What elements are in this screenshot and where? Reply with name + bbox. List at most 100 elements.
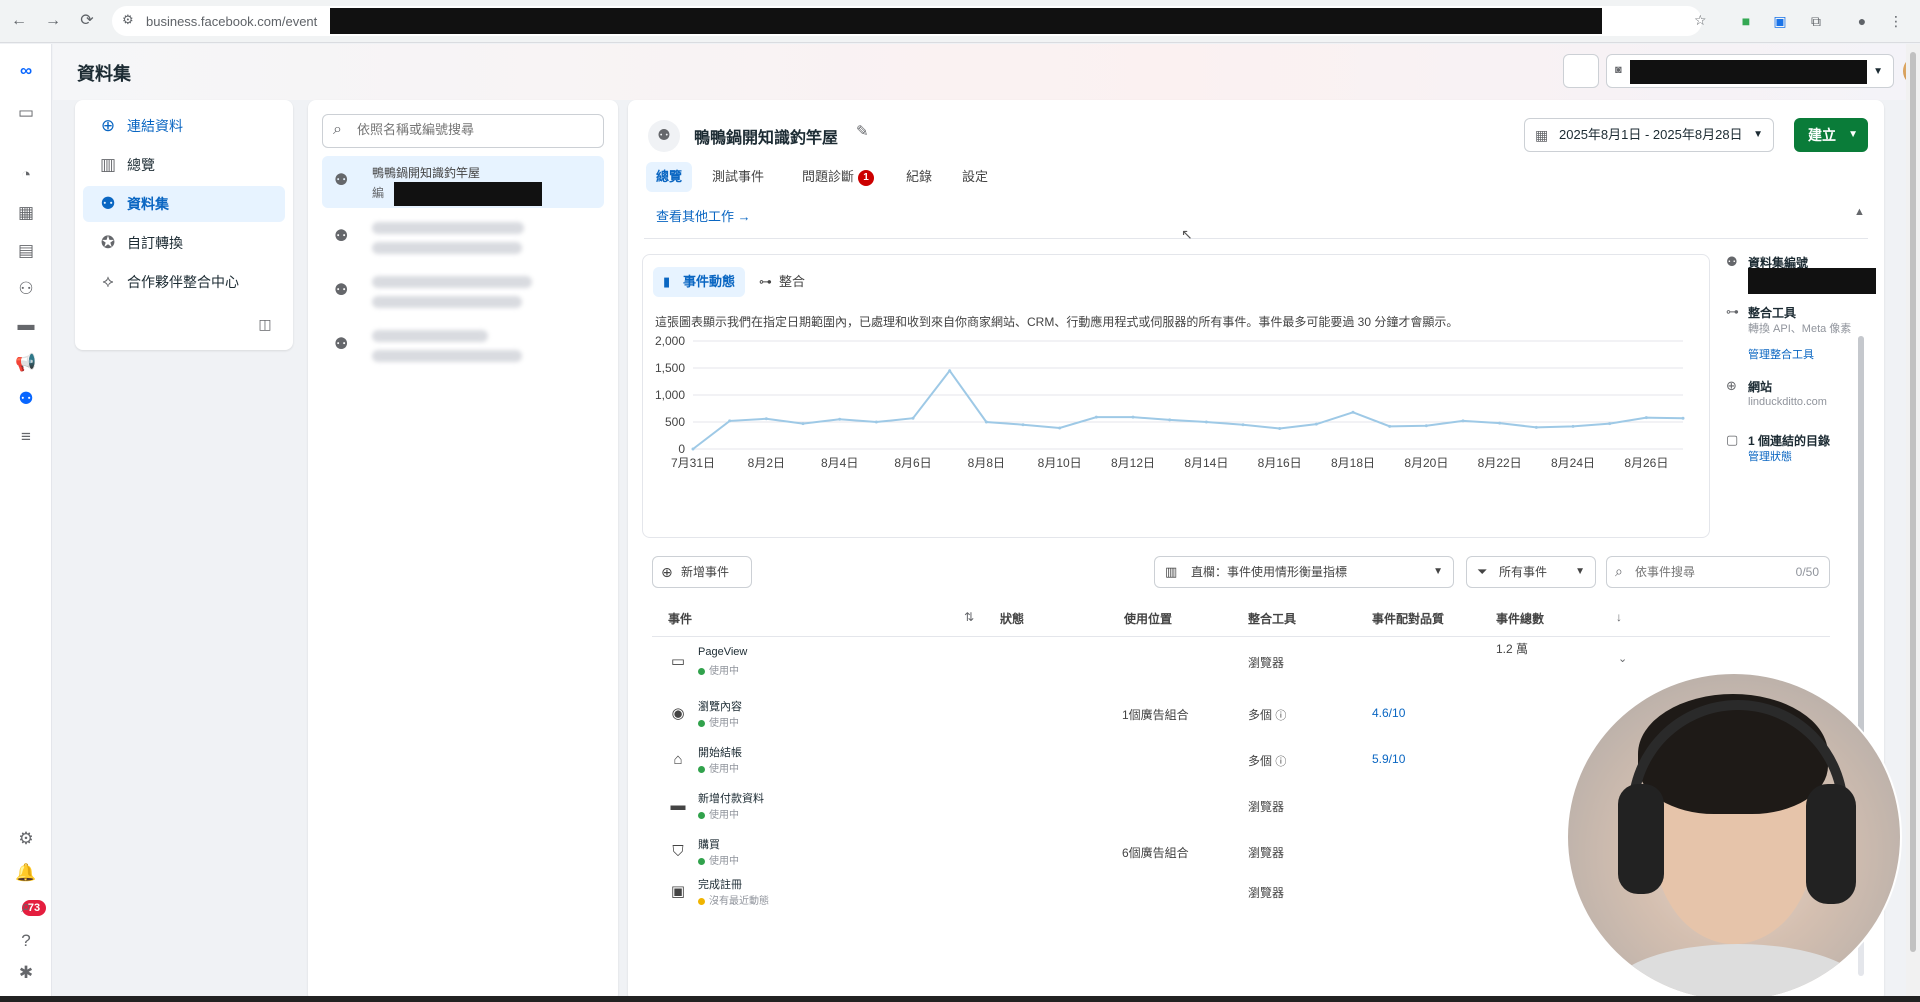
dataset-list-item[interactable]: ⚉ — [322, 212, 604, 264]
data-point[interactable] — [1168, 418, 1172, 422]
tab-event-activity[interactable]: ▮ 事件動態 — [653, 267, 746, 297]
tab-diagnostics[interactable]: 問題診斷 1 — [792, 162, 884, 192]
nav-item-overview[interactable]: ▥ 總覽 — [83, 147, 285, 183]
nav-item-datasets[interactable]: ⚉ 資料集 — [83, 186, 285, 222]
event-filter-select[interactable]: ⏷ 所有事件 ▼ — [1466, 556, 1596, 588]
reload-icon[interactable]: ⟳ — [76, 10, 98, 32]
info-icon[interactable]: ⓘ — [1275, 756, 1286, 768]
dataset-list-item[interactable]: ⚉ 鴨鴨鍋開知識釣竿屋 編 — [322, 156, 604, 208]
help-icon[interactable]: ? — [13, 928, 39, 954]
manage-catalog-link[interactable]: 管理狀態 — [1748, 448, 1792, 464]
column-header-status[interactable]: 狀態 — [1000, 610, 1024, 627]
manage-integrations-link[interactable]: 管理整合工具 — [1748, 346, 1814, 362]
event-match-quality[interactable]: 4.6/10 — [1372, 706, 1405, 720]
data-point[interactable] — [1681, 416, 1685, 420]
extensions-puzzle-icon[interactable]: ⧉ — [1806, 11, 1826, 31]
data-point[interactable] — [1058, 426, 1062, 430]
dataset-list-item[interactable]: ⚉ — [322, 266, 604, 318]
create-button[interactable]: 建立 ▼ — [1794, 118, 1868, 152]
back-arrow-icon[interactable]: ← — [8, 10, 30, 32]
forward-arrow-icon[interactable]: → — [42, 10, 64, 32]
add-event-button[interactable]: ⊕ 新增事件 — [652, 556, 752, 588]
column-header-match-quality[interactable]: 事件配對品質 — [1372, 610, 1444, 627]
data-point[interactable] — [1351, 410, 1355, 414]
dataset-search-input[interactable] — [357, 122, 597, 137]
billing-card-icon[interactable]: ▬ — [13, 312, 39, 338]
nav-item-connect-data[interactable]: ⊕ 連結資料 — [83, 108, 285, 144]
event-search[interactable]: ⌕ 0/50 — [1606, 556, 1830, 588]
nav-item-partner-integrations[interactable]: ⟡ 合作夥伴整合中心 — [83, 264, 285, 300]
event-search-input[interactable] — [1635, 565, 1775, 579]
settings-gear-icon[interactable]: ⚙ — [13, 826, 39, 852]
megaphone-icon[interactable]: 📢 — [13, 350, 39, 376]
data-point[interactable] — [1608, 422, 1612, 426]
series-line[interactable] — [692, 369, 1684, 450]
table-row[interactable]: ▭ PageView 使用中 瀏覽器 1.2 萬 ⌄ — [652, 638, 1830, 690]
collapse-panel-icon[interactable]: ◫ — [255, 316, 275, 336]
panel-icon[interactable]: ▭ — [13, 100, 39, 126]
data-point[interactable] — [1644, 416, 1648, 420]
layout-toggle-button[interactable] — [1563, 54, 1599, 88]
data-point[interactable] — [1241, 423, 1245, 427]
column-header-event[interactable]: 事件 — [668, 610, 692, 627]
data-point[interactable] — [728, 419, 732, 423]
extension-green-icon[interactable]: ■ — [1736, 11, 1756, 31]
search-icon[interactable]: ⌕ — [13, 894, 39, 920]
column-header-usage[interactable]: 使用位置 — [1124, 610, 1172, 627]
tab-test-events[interactable]: 測試事件 — [702, 162, 774, 192]
table-grid-icon[interactable]: ▦ — [13, 200, 39, 226]
data-point[interactable] — [911, 416, 915, 420]
browser-menu-icon[interactable]: ⋮ — [1886, 11, 1906, 31]
other-tasks-link[interactable]: 查看其他工作 → — [656, 206, 751, 225]
data-point[interactable] — [764, 417, 768, 421]
data-point[interactable] — [1094, 415, 1098, 419]
data-point[interactable] — [984, 420, 988, 424]
data-point[interactable] — [801, 422, 805, 426]
nav-item-custom-conversions[interactable]: ✪ 自訂轉換 — [83, 225, 285, 261]
chevron-up-icon[interactable]: ▲ — [1854, 206, 1865, 218]
tab-overview[interactable]: 總覽 — [646, 162, 693, 192]
data-point[interactable] — [1534, 425, 1538, 429]
event-match-quality[interactable]: 5.9/10 — [1372, 752, 1405, 766]
data-point[interactable] — [1204, 420, 1208, 424]
date-range-picker[interactable]: ▦ 2025年8月1日 - 2025年8月28日 ▼ — [1524, 118, 1774, 152]
dashboard-gauge-icon[interactable]: ◔ — [13, 162, 39, 188]
data-point[interactable] — [1461, 419, 1465, 423]
tab-integrations[interactable]: ⊶ 整合 — [749, 267, 815, 297]
data-point[interactable] — [838, 417, 842, 421]
sort-icon[interactable]: ⇅ — [964, 610, 974, 624]
tab-settings[interactable]: 設定 — [952, 162, 998, 192]
data-point[interactable] — [1021, 423, 1025, 427]
dataset-list-item[interactable]: ⚉ — [322, 320, 604, 372]
audience-icon[interactable]: ⚇ — [13, 276, 39, 302]
profile-icon[interactable]: ● — [1852, 11, 1872, 31]
meta-logo-icon[interactable]: ∞ — [13, 58, 39, 84]
data-point[interactable] — [1571, 424, 1575, 428]
all-tools-menu-icon[interactable]: ≡ — [13, 424, 39, 450]
dataset-search[interactable]: ⌕ — [322, 114, 604, 148]
tab-history[interactable]: 紀錄 — [896, 162, 942, 192]
bug-report-icon[interactable]: ✱ — [13, 960, 39, 986]
data-point[interactable] — [874, 420, 878, 424]
edit-pencil-icon[interactable]: ✎ — [856, 122, 869, 140]
data-point[interactable] — [1498, 421, 1502, 425]
bookmark-star-icon[interactable]: ☆ — [1694, 12, 1707, 29]
address-bar[interactable]: ⚙ business.facebook.com/event ☆ — [112, 6, 1707, 36]
data-point[interactable] — [1388, 424, 1392, 428]
columns-select[interactable]: ▥ 直欄：事件使用情形衡量指標 ▼ — [1154, 556, 1454, 588]
data-point[interactable] — [948, 369, 952, 373]
info-icon[interactable]: ⓘ — [1275, 710, 1286, 722]
chevron-down-icon[interactable]: ⌄ — [1618, 652, 1627, 665]
site-info-icon[interactable]: ⚙ — [122, 12, 134, 28]
data-point[interactable] — [691, 447, 695, 451]
sort-desc-icon[interactable]: ↓ — [1616, 610, 1622, 624]
column-header-integration[interactable]: 整合工具 — [1248, 610, 1296, 627]
data-point[interactable] — [1424, 424, 1428, 428]
report-icon[interactable]: ▤ — [13, 238, 39, 264]
content-scrollbar-thumb[interactable] — [1858, 336, 1864, 756]
extension-translate-icon[interactable]: ▣ — [1770, 11, 1790, 31]
events-manager-icon[interactable]: ⚉ — [13, 386, 39, 412]
column-header-total[interactable]: 事件總數 — [1496, 610, 1544, 627]
data-point[interactable] — [1278, 426, 1282, 430]
data-point[interactable] — [1131, 415, 1135, 419]
